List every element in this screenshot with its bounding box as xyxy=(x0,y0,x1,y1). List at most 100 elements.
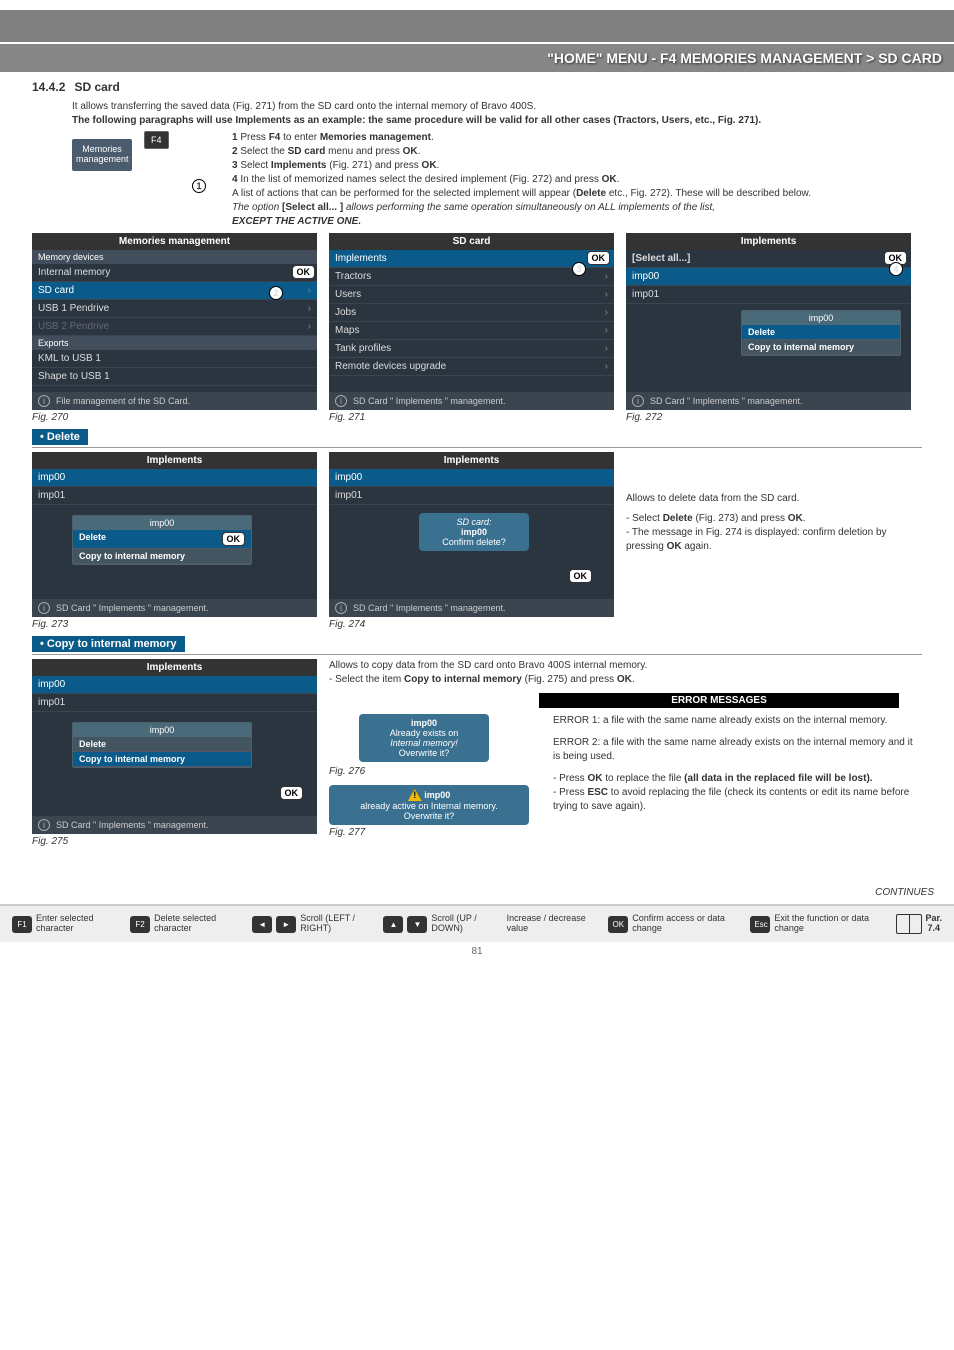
fig275-caption: Fig. 275 xyxy=(32,836,317,847)
panel274-row-imp01[interactable]: imp01 xyxy=(329,487,614,505)
page-number: 81 xyxy=(0,946,954,957)
par-label: Par. xyxy=(926,913,943,923)
panel-fig274: Implements imp00 imp01 SD card: imp00 Co… xyxy=(329,452,614,630)
popup-delete[interactable]: Delete xyxy=(73,737,251,752)
scroll-ud-text: Scroll (UP / DOWN) xyxy=(431,914,496,934)
panel273-title: Implements xyxy=(32,452,317,469)
intro-line1: It allows transferring the saved data (F… xyxy=(72,100,922,114)
info-icon: i xyxy=(38,602,50,614)
panel273-row-imp00[interactable]: imp00 xyxy=(32,469,317,487)
panel270-row-internal[interactable]: Internal memory OK xyxy=(32,264,317,282)
f8-key-icon: ► xyxy=(276,916,296,933)
confirm-delete-dialog: SD card: imp00 Confirm delete? xyxy=(419,513,529,551)
panel275-popup: imp00 Delete Copy to internal memory xyxy=(72,722,252,768)
banner-title: "HOME" MENU - F4 MEMORIES MANAGEMENT > S… xyxy=(0,42,954,72)
panel272-row-imp01[interactable]: imp01 xyxy=(626,286,911,304)
panel272-row-selectall[interactable]: [Select all...] OK xyxy=(626,250,911,268)
error-text-block: ERROR 1: a file with the same name alrea… xyxy=(553,714,922,838)
popup-copy[interactable]: Copy to internal memory xyxy=(73,752,251,767)
panel271-row-maps[interactable]: Maps› xyxy=(329,322,614,340)
panel271-row-remote[interactable]: Remote devices upgrade› xyxy=(329,358,614,376)
ok-key-icon: OK xyxy=(608,916,628,933)
info-icon: i xyxy=(38,819,50,831)
panel274-foot: SD Card " Implements " management. xyxy=(353,603,505,613)
steps-block: 1 Press F4 to enter Memories management.… xyxy=(232,131,922,229)
f6-key-icon: ▼ xyxy=(407,916,427,933)
memories-icon-block: Memories management F4 1 xyxy=(72,131,222,191)
panel270-row-shape[interactable]: Shape to USB 1 xyxy=(32,368,317,386)
fig273-caption: Fig. 273 xyxy=(32,619,317,630)
panel271-title: SD card xyxy=(329,233,614,250)
ok-button-icon[interactable]: OK xyxy=(587,251,611,265)
f7-key-icon: ◄ xyxy=(252,916,272,933)
overwrite-dialog-277: ! imp00 already active on Internal memor… xyxy=(329,785,529,825)
panel273-row-imp01[interactable]: imp01 xyxy=(32,487,317,505)
ok-button-icon[interactable]: OK xyxy=(569,569,593,583)
panel275-row-imp01[interactable]: imp01 xyxy=(32,694,317,712)
panel-fig270: Memories management Memory devices Inter… xyxy=(32,233,317,423)
ok-button-icon[interactable]: OK xyxy=(292,265,316,279)
fig274-caption: Fig. 274 xyxy=(329,619,614,630)
fig277-caption: Fig. 277 xyxy=(329,827,539,838)
section-title: SD card xyxy=(74,80,119,94)
copy-desc-block: Allows to copy data from the SD card ont… xyxy=(329,659,922,687)
panel271-row-tank[interactable]: Tank profiles› xyxy=(329,340,614,358)
panel270-sub2: Exports xyxy=(32,336,317,350)
popup-delete[interactable]: DeleteOK xyxy=(73,530,251,549)
fig271-caption: Fig. 271 xyxy=(329,412,614,423)
fig272-caption: Fig. 272 xyxy=(626,412,911,423)
ok-button-icon[interactable]: OK xyxy=(280,786,304,800)
popup-delete[interactable]: Delete xyxy=(742,325,900,340)
panel270-row-usb2: USB 2 Pendrive› xyxy=(32,318,317,336)
popup-head: imp00 xyxy=(73,723,251,737)
panel271-row-implements[interactable]: Implements OK xyxy=(329,250,614,268)
panel270-sub1: Memory devices xyxy=(32,250,317,264)
panel272-title: Implements xyxy=(626,233,911,250)
inc-dec-text: Increase / decrease value xyxy=(507,914,599,934)
info-icon: i xyxy=(335,395,347,407)
f4-key-icon: F4 xyxy=(144,131,169,149)
delete-desc-block: Allows to delete data from the SD card. … xyxy=(626,452,911,630)
panel273-foot: SD Card " Implements " management. xyxy=(56,603,208,613)
badge-3: 3 xyxy=(572,262,586,276)
fig276-caption: Fig. 276 xyxy=(329,766,539,777)
panel272-row-imp00[interactable]: imp00 xyxy=(626,268,911,286)
popup-head: imp00 xyxy=(742,311,900,325)
esc-key-icon: Esc xyxy=(750,916,770,933)
fig270-caption: Fig. 270 xyxy=(32,412,317,423)
panel270-row-kml[interactable]: KML to USB 1 xyxy=(32,350,317,368)
panel274-row-imp00[interactable]: imp00 xyxy=(329,469,614,487)
panel-fig271: SD card Implements OK Tractors› Users› J… xyxy=(329,233,614,423)
esc-text: Exit the function or data change xyxy=(774,914,885,934)
footer-bar: F1Enter selected character F2Delete sele… xyxy=(0,904,954,942)
memories-button-icon: Memories management xyxy=(72,139,132,171)
panel271-row-jobs[interactable]: Jobs› xyxy=(329,304,614,322)
badge-4: 4 xyxy=(889,262,903,276)
f4-key-icon: ▲ xyxy=(383,916,403,933)
ok-button-icon[interactable]: OK xyxy=(222,532,246,546)
panel272-foot: SD Card " Implements " management. xyxy=(650,396,802,406)
panel-fig275: Implements imp00 imp01 imp00 Delete Copy… xyxy=(32,659,317,847)
panel271-row-users[interactable]: Users› xyxy=(329,286,614,304)
error-messages-head: ERROR MESSAGES xyxy=(539,693,899,708)
top-gray-bar xyxy=(0,10,954,42)
info-icon: i xyxy=(335,602,347,614)
ok-text: Confirm access or data change xyxy=(632,914,740,934)
popup-copy[interactable]: Copy to internal memory xyxy=(742,340,900,355)
popup-copy[interactable]: Copy to internal memory xyxy=(73,549,251,564)
panel272-popup: imp00 Delete Copy to internal memory xyxy=(741,310,901,356)
panel275-row-imp00[interactable]: imp00 xyxy=(32,676,317,694)
panel274-title: Implements xyxy=(329,452,614,469)
f2-text: Delete selected character xyxy=(154,914,242,934)
panel275-title: Implements xyxy=(32,659,317,676)
panel273-popup: imp00 DeleteOK Copy to internal memory xyxy=(72,515,252,565)
panel270-row-usb1[interactable]: USB 1 Pendrive› xyxy=(32,300,317,318)
info-icon: i xyxy=(38,395,50,407)
f2-key-icon: F2 xyxy=(130,916,150,933)
panel275-foot: SD Card " Implements " management. xyxy=(56,820,208,830)
panel270-title: Memories management xyxy=(32,233,317,250)
panel-fig273: Implements imp00 imp01 imp00 DeleteOK Co… xyxy=(32,452,317,630)
intro-line2: The following paragraphs will use Implem… xyxy=(72,114,922,128)
book-icon xyxy=(896,914,922,934)
panel270-foot: File management of the SD Card. xyxy=(56,396,190,406)
